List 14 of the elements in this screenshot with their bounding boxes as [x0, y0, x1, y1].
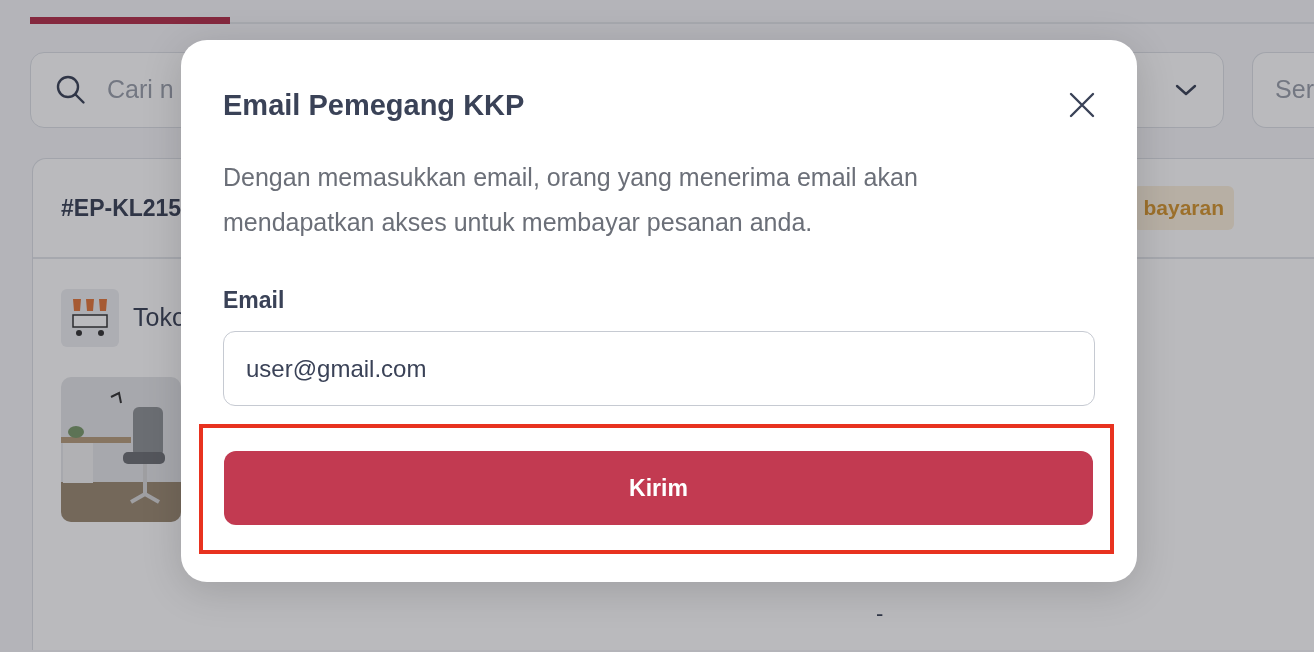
price-text: -: [876, 600, 884, 628]
email-label: Email: [223, 285, 286, 315]
modal-description: Dengan memasukkan email, orang yang menerima email akan mendapatkan akses untuk membayar pesanan anda.: [223, 161, 919, 238]
close-icon: [1069, 92, 1095, 119]
search-placeholder: Cari n: [107, 74, 174, 106]
modal-title: Email Pemegang KKP: [223, 88, 525, 123]
shop-cart-icon: [61, 289, 119, 347]
submit-button[interactable]: Kirim: [224, 451, 1093, 526]
search-icon: [55, 74, 87, 106]
email-input[interactable]: user@gmail.com: [223, 331, 1095, 407]
chevron-down-icon: [1175, 84, 1198, 96]
close-button[interactable]: [1069, 92, 1095, 119]
order-id: #EP-KL215: [61, 193, 182, 223]
filter-placeholder: Ser: [1275, 74, 1314, 106]
